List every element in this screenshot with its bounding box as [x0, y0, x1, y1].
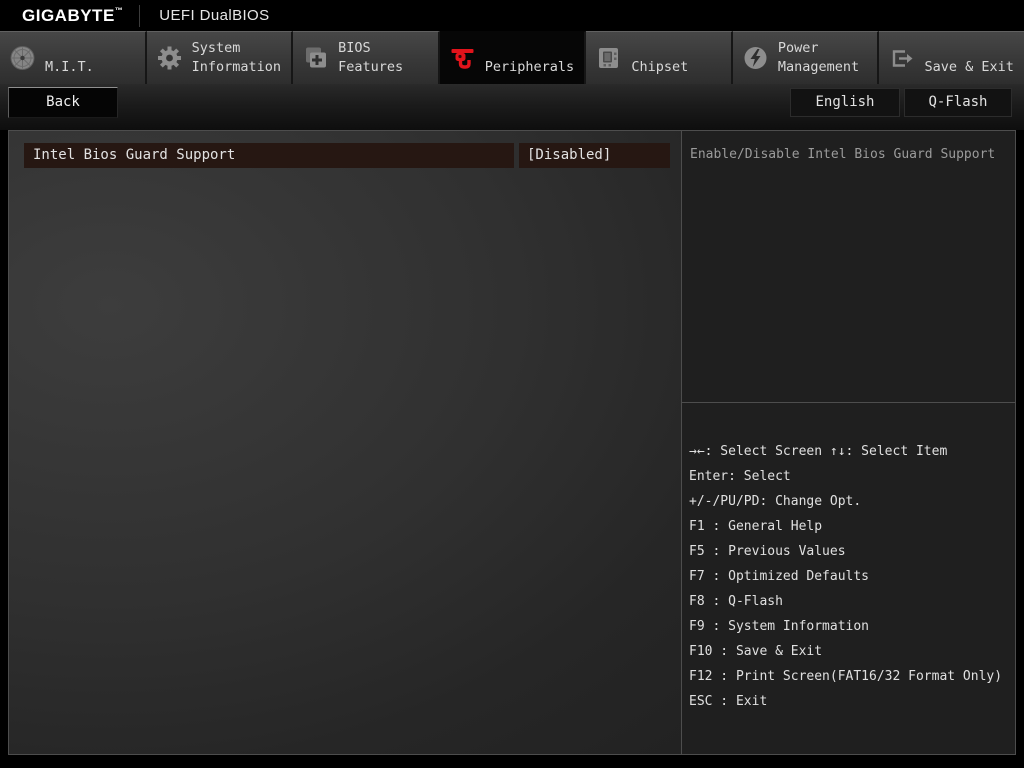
help-line: F10 : Save & Exit: [689, 639, 1013, 664]
toolbar: Back English Q-Flash: [0, 84, 1024, 130]
tab-label: Power Management: [778, 39, 859, 77]
tab-label: System Information: [192, 39, 281, 77]
exit-door-icon: [888, 45, 915, 72]
language-button[interactable]: English: [790, 88, 900, 117]
tab-power-management[interactable]: Power Management: [733, 31, 880, 84]
settings-panel: Intel Bios Guard Support [Disabled]: [9, 131, 682, 754]
tab-label: Save & Exit: [924, 58, 1013, 77]
help-line: →←: Select Screen ↑↓: Select Item: [689, 439, 1013, 464]
lightning-icon: [742, 45, 769, 72]
tab-peripherals[interactable]: Peripherals: [440, 31, 587, 84]
tab-chipset[interactable]: Chipset: [586, 31, 733, 84]
gear-icon: [156, 45, 183, 72]
option-description: Enable/Disable Intel Bios Guard Support: [682, 131, 1015, 403]
tab-label: M.I.T.: [45, 58, 94, 77]
help-panel: Enable/Disable Intel Bios Guard Support …: [682, 131, 1015, 754]
help-line: F7 : Optimized Defaults: [689, 564, 1013, 589]
help-line: F9 : System Information: [689, 614, 1013, 639]
qflash-button[interactable]: Q-Flash: [904, 88, 1012, 117]
chipset-icon: [595, 45, 622, 72]
top-brand-bar: GIGABYTE™ UEFI DualBIOS: [0, 0, 1024, 31]
bios-chip-icon: [302, 45, 329, 72]
help-line: ESC : Exit: [689, 689, 1013, 714]
back-button[interactable]: Back: [8, 87, 118, 118]
tab-mit[interactable]: M.I.T.: [0, 31, 147, 84]
tab-bios-features[interactable]: BIOS Features: [293, 31, 440, 84]
tab-save-exit[interactable]: Save & Exit: [879, 31, 1024, 84]
tab-label: Peripherals: [485, 58, 574, 77]
peripherals-icon: [449, 45, 476, 72]
help-line: F8 : Q-Flash: [689, 589, 1013, 614]
brand-divider: [139, 5, 140, 27]
option-label: Intel Bios Guard Support: [24, 143, 514, 168]
help-line: F1 : General Help: [689, 514, 1013, 539]
tab-bar: M.I.T. System Information: [0, 31, 1024, 84]
tab-label: BIOS Features: [338, 39, 403, 77]
option-row-intel-bios-guard[interactable]: Intel Bios Guard Support [Disabled]: [24, 143, 670, 168]
help-line: F5 : Previous Values: [689, 539, 1013, 564]
help-line: +/-/PU/PD: Change Opt.: [689, 489, 1013, 514]
bios-title: UEFI DualBIOS: [159, 7, 269, 24]
help-line: F12 : Print Screen(FAT16/32 Format Only): [689, 664, 1013, 689]
tab-system-information[interactable]: System Information: [147, 31, 294, 84]
trademark-symbol: ™: [115, 6, 124, 15]
gigabyte-logo: GIGABYTE™: [22, 6, 123, 26]
tab-label: Chipset: [631, 58, 688, 77]
option-value[interactable]: [Disabled]: [519, 143, 670, 168]
help-line: Enter: Select: [689, 464, 1013, 489]
key-help-list: →←: Select Screen ↑↓: Select Item Enter:…: [682, 403, 1015, 714]
content-area: Intel Bios Guard Support [Disabled] Enab…: [8, 130, 1016, 755]
fan-icon: [9, 45, 36, 72]
